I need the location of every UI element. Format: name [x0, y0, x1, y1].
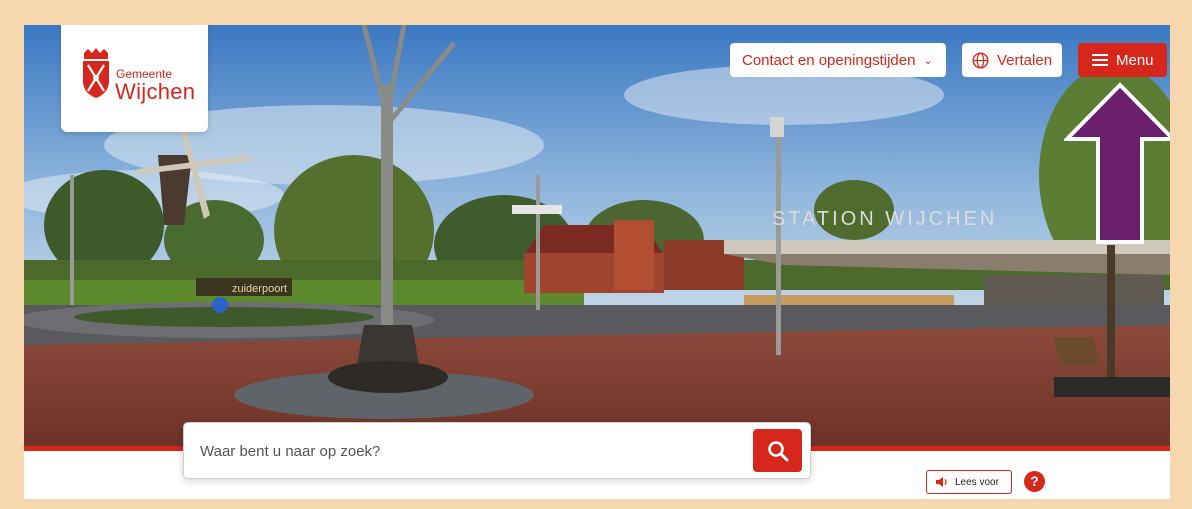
page-frame: STATION WIJCHEN zuiderpoort Gemeente Wij… [24, 25, 1170, 499]
read-aloud-label: Lees voor [955, 476, 999, 488]
help-icon[interactable]: ? [1024, 471, 1045, 492]
translate-button-label: Vertalen [997, 51, 1053, 69]
contact-button-label: Contact en openingstijden [742, 51, 916, 69]
station-sign: STATION WIJCHEN [772, 208, 997, 230]
chevron-down-icon: ⌄ [923, 54, 933, 67]
speaker-icon [936, 477, 947, 487]
contact-openingstijden-button[interactable]: Contact en openingstijden ⌄ [730, 43, 946, 77]
search-input[interactable] [198, 437, 742, 465]
logo-text-big: Wijchen [115, 79, 196, 104]
translate-button[interactable]: Vertalen [962, 43, 1062, 77]
globe-icon [972, 51, 989, 69]
logo-home-link[interactable]: Gemeente Wijchen [61, 25, 208, 132]
hamburger-icon [1092, 51, 1108, 69]
menu-button-label: Menu [1116, 51, 1154, 69]
roundabout-sign: zuiderpoort [232, 283, 287, 295]
annotation-arrow-icon [1064, 82, 1170, 244]
search-button[interactable] [753, 429, 802, 472]
search-bar [183, 422, 811, 479]
search-icon [767, 440, 788, 461]
menu-button[interactable]: Menu [1078, 43, 1167, 77]
read-aloud-button[interactable]: Lees voor [926, 470, 1012, 494]
municipal-crest-icon [83, 48, 109, 98]
